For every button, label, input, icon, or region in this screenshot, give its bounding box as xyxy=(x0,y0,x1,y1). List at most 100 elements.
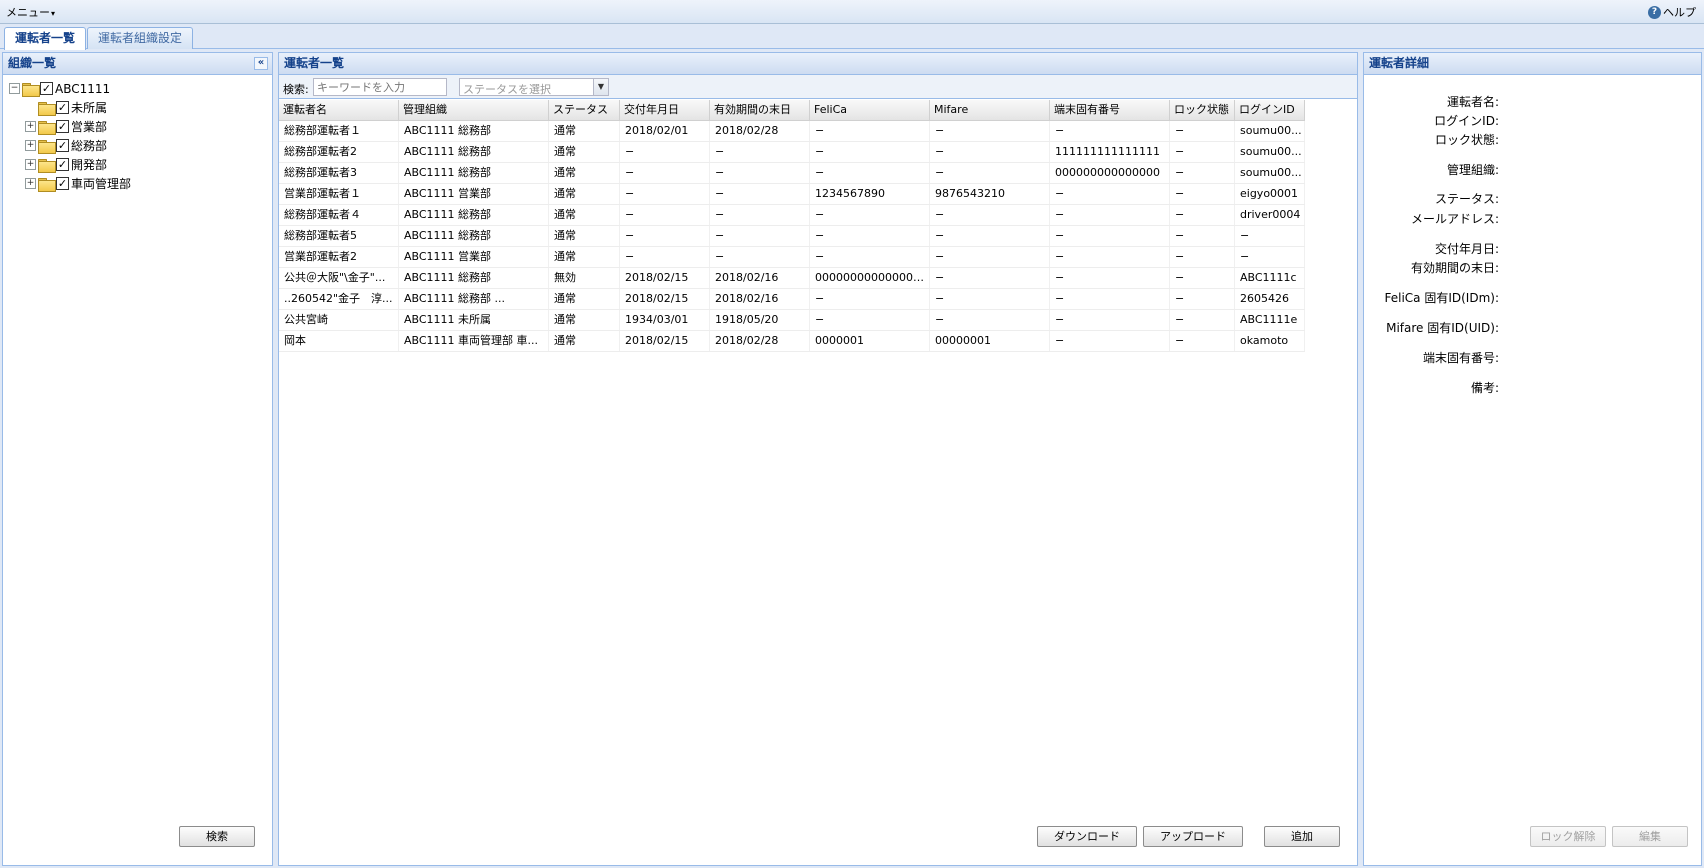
folder-icon xyxy=(38,158,56,173)
collapse-node-icon[interactable]: − xyxy=(9,83,20,94)
tree-node-label[interactable]: 未所属 xyxy=(71,99,107,116)
table-row[interactable]: 総務部運転者3 ABC1111 総務部 通常 − − − −000000000000000−… xyxy=(279,163,1305,184)
expand-node-icon[interactable]: + xyxy=(25,121,36,132)
detail-label-mifare-uid: Mifare 固有ID(UID): xyxy=(1386,321,1499,335)
cell-login-id: okamoto xyxy=(1235,331,1305,351)
cell-lock-status: − xyxy=(1170,121,1235,141)
cell-felica: − xyxy=(810,205,930,225)
tree-node-label[interactable]: ABC1111 xyxy=(55,82,110,96)
detail-label-terminal-id: 端末固有番号: xyxy=(1422,351,1499,365)
table-row[interactable]: 営業部運転者2 ABC1111 営業部 通常 − − − − − − − xyxy=(279,247,1305,268)
cell-issue-date: − xyxy=(620,205,710,225)
tree-node-general-affairs[interactable]: + ✓ 総務部 xyxy=(9,136,131,155)
cell-login-id: 2605426 xyxy=(1235,289,1305,309)
keyword-search-input[interactable] xyxy=(313,78,447,96)
status-select[interactable]: ステータスを選択 ▼ xyxy=(459,78,609,96)
driver-detail-panel-header: 運転者詳細 xyxy=(1364,53,1701,75)
tree-node-label[interactable]: 車両管理部 xyxy=(71,175,131,192)
tree-checkbox[interactable]: ✓ xyxy=(56,139,69,152)
cell-expiry-date: − xyxy=(710,184,810,204)
cell-expiry-date: 1918/05/20 xyxy=(710,310,810,330)
tree-node-development[interactable]: + ✓ 開発部 xyxy=(9,155,131,174)
cell-terminal-id: − xyxy=(1050,331,1170,351)
grid-header: 運転者名 管理組織 ステータス 交付年月日 有効期間の末日 FeliCa Mifare 端末固… xyxy=(279,100,1305,121)
table-row[interactable]: 総務部運転者４ ABC1111 総務部 通常 − − − − − − driver0004 xyxy=(279,205,1305,226)
download-button[interactable]: ダウンロード xyxy=(1037,826,1137,847)
column-header-driver-name[interactable]: 運転者名 xyxy=(279,100,399,120)
cell-issue-date: 1934/03/01 xyxy=(620,310,710,330)
cell-felica: 0000001 xyxy=(810,331,930,351)
expand-node-icon[interactable]: + xyxy=(25,140,36,151)
table-row[interactable]: 総務部運転者5 ABC1111 総務部 通常 − − − − − − − xyxy=(279,226,1305,247)
cell-terminal-id: − xyxy=(1050,289,1170,309)
tree-node-label[interactable]: 開発部 xyxy=(71,156,107,173)
organization-tree: − ✓ ABC1111 ✓ 未所属 + ✓ 営業部 + ✓ 総務部 + ✓ 開発 xyxy=(9,79,131,193)
detail-label-remarks: 備考: xyxy=(1470,381,1499,395)
cell-terminal-id: 111111111111111 xyxy=(1050,142,1170,162)
tree-checkbox[interactable]: ✓ xyxy=(56,101,69,114)
table-row[interactable]: 営業部運転者１ ABC1111 営業部 通常 − −1234567890 98765432… xyxy=(279,184,1305,205)
driver-list-panel-header: 運転者一覧 xyxy=(279,53,1357,75)
tree-checkbox[interactable]: ✓ xyxy=(56,177,69,190)
cell-issue-date: − xyxy=(620,226,710,246)
column-header-mifare[interactable]: Mifare xyxy=(930,100,1050,120)
tree-node-root[interactable]: − ✓ ABC1111 xyxy=(9,79,131,98)
cell-managing-org: ABC1111 総務部 xyxy=(399,121,549,141)
tree-checkbox[interactable]: ✓ xyxy=(56,158,69,171)
column-header-lock-status[interactable]: ロック状態 xyxy=(1170,100,1235,120)
cell-managing-org: ABC1111 総務部 xyxy=(399,163,549,183)
detail-label-lock-status: ロック状態: xyxy=(1434,133,1499,147)
help-button[interactable]: ? ヘルプ xyxy=(1648,4,1696,20)
cell-expiry-date: − xyxy=(710,163,810,183)
cell-driver-name: 総務部運転者2 xyxy=(279,142,399,162)
add-button[interactable]: 追加 xyxy=(1264,826,1340,847)
unlock-button[interactable]: ロック解除 xyxy=(1530,826,1606,847)
cell-login-id: soumu00... xyxy=(1235,163,1305,183)
edit-button[interactable]: 編集 xyxy=(1612,826,1688,847)
menu-label: メニュー xyxy=(6,6,50,19)
chevron-down-icon[interactable]: ▼ xyxy=(593,79,608,95)
column-header-expiry-date[interactable]: 有効期間の末日 xyxy=(710,100,810,120)
tree-node-label[interactable]: 営業部 xyxy=(71,118,107,135)
upload-button[interactable]: アップロード xyxy=(1143,826,1243,847)
tree-node-sales[interactable]: + ✓ 営業部 xyxy=(9,117,131,136)
expand-node-icon[interactable]: + xyxy=(25,159,36,170)
cell-expiry-date: 2018/02/16 xyxy=(710,289,810,309)
cell-expiry-date: − xyxy=(710,205,810,225)
table-row[interactable]: 公共宮崎 ABC1111 未所属 通常 1934/03/01 1918/05/20− − −… xyxy=(279,310,1305,331)
table-row[interactable]: 岡本 ABC1111 車両管理部 車... 通常 2018/02/15 2018/02/… xyxy=(279,331,1305,352)
column-header-issue-date[interactable]: 交付年月日 xyxy=(620,100,710,120)
cell-terminal-id: − xyxy=(1050,205,1170,225)
collapse-panel-icon[interactable]: « xyxy=(254,57,268,70)
cell-managing-org: ABC1111 総務部 xyxy=(399,268,549,288)
cell-driver-name: ..260542"金子 淳... xyxy=(279,289,399,309)
tree-checkbox[interactable]: ✓ xyxy=(40,82,53,95)
table-row[interactable]: 総務部運転者2 ABC1111 総務部 通常 − − − −111111111111111−… xyxy=(279,142,1305,163)
tab-driver-org-settings[interactable]: 運転者組織設定 xyxy=(87,27,194,49)
column-header-managing-org[interactable]: 管理組織 xyxy=(399,100,549,120)
tree-node-unassigned[interactable]: ✓ 未所属 xyxy=(9,98,131,117)
tree-node-label[interactable]: 総務部 xyxy=(71,137,107,154)
search-button[interactable]: 検索 xyxy=(179,826,255,847)
tree-node-vehicle-management[interactable]: + ✓ 車両管理部 xyxy=(9,174,131,193)
column-header-login-id[interactable]: ログインID xyxy=(1235,100,1305,120)
menu-button[interactable]: メニュー▾ xyxy=(6,4,55,20)
cell-terminal-id: 000000000000000 xyxy=(1050,163,1170,183)
cell-status: 無効 xyxy=(549,268,620,288)
detail-label-expiry-date: 有効期間の末日: xyxy=(1410,261,1499,275)
tab-driver-list[interactable]: 運転者一覧 xyxy=(4,27,87,50)
table-row[interactable]: 公共＠大阪"\金子"... ABC1111 総務部 無効 2018/02/15 2018… xyxy=(279,268,1305,289)
expand-node-icon[interactable]: + xyxy=(25,178,36,189)
table-row[interactable]: 総務部運転者１ ABC1111 総務部 通常 2018/02/01 2018/02/28… xyxy=(279,121,1305,142)
cell-lock-status: − xyxy=(1170,205,1235,225)
column-header-terminal-id[interactable]: 端末固有番号 xyxy=(1050,100,1170,120)
cell-terminal-id: − xyxy=(1050,121,1170,141)
column-header-status[interactable]: ステータス xyxy=(549,100,620,120)
cell-lock-status: − xyxy=(1170,331,1235,351)
cell-login-id: − xyxy=(1235,247,1305,267)
table-row[interactable]: ..260542"金子 淳... ABC1111 総務部 ... 通常 2018/02… xyxy=(279,289,1305,310)
column-header-felica[interactable]: FeliCa xyxy=(810,100,930,120)
detail-label-email: メールアドレス: xyxy=(1410,212,1499,226)
cell-issue-date: 2018/02/01 xyxy=(620,121,710,141)
tree-checkbox[interactable]: ✓ xyxy=(56,120,69,133)
